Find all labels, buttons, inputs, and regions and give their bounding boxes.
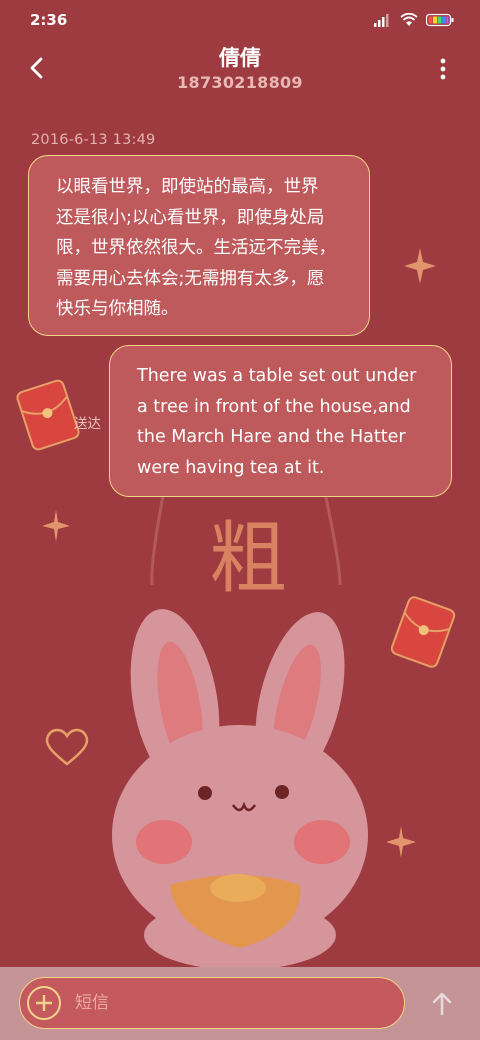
contact-name: 倩倩 — [219, 46, 261, 70]
status-time: 2:36 — [30, 11, 68, 29]
message-timestamp: 2016-6-13 13:49 — [31, 132, 156, 148]
contact-title: 倩倩 18730218809 — [0, 44, 480, 94]
add-attachment-button[interactable] — [27, 986, 61, 1020]
heart-icon — [45, 728, 89, 766]
message-line: 还是很小;以心看世界，即使身处局 — [56, 207, 325, 228]
battery-icon — [426, 13, 454, 27]
outgoing-message-bubble[interactable]: There was a table set out under a tree i… — [109, 345, 452, 497]
message-line: 需要用心去体会;无需拥有太多，愿 — [56, 268, 325, 289]
message-line: a tree in front of the house,and — [137, 396, 411, 417]
wifi-icon — [400, 13, 418, 26]
composer-bar — [0, 967, 480, 1040]
more-options-button[interactable] — [432, 54, 454, 84]
contact-number: 18730218809 — [177, 73, 303, 92]
message-line: 以眼看世界，即使站的最高，世界 — [56, 177, 319, 197]
incoming-message-bubble[interactable]: 以眼看世界，即使站的最高，世界 还是很小;以心看世界，即使身处局 限，世界依然很… — [28, 155, 370, 336]
bunny-illustration — [112, 609, 368, 970]
arrow-up-icon — [432, 992, 452, 1016]
red-envelope-icon — [390, 596, 456, 668]
status-bar: 2:36 — [0, 0, 480, 40]
delivery-status: 送达 — [74, 416, 101, 432]
background-character: 粗 — [209, 514, 287, 604]
plus-icon — [36, 995, 52, 1011]
message-line: There was a table set out under — [137, 366, 417, 386]
send-button[interactable] — [429, 991, 455, 1017]
more-vertical-icon — [440, 58, 446, 80]
conversation-header: 倩倩 18730218809 — [0, 40, 480, 100]
status-icons — [374, 13, 454, 27]
composer-field-container — [19, 977, 405, 1029]
message-line: the March Hare and the Hatter — [137, 427, 406, 447]
message-line: 快乐与你相随。 — [56, 299, 179, 319]
red-envelope-icon — [16, 379, 80, 451]
signal-icon — [374, 14, 389, 27]
message-line: were having tea at it. — [137, 457, 325, 478]
sms-input[interactable] — [75, 986, 385, 1020]
message-line: 限，世界依然很大。生活远不完美， — [56, 238, 336, 258]
